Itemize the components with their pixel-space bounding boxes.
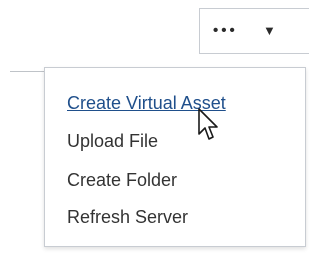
menu-item-create-folder[interactable]: Create Folder: [67, 170, 177, 190]
actions-dropdown-menu: Create Virtual Asset Upload File Create …: [44, 67, 306, 247]
stage: ••• ▼ Create Virtual Asset Upload File C…: [0, 0, 309, 254]
menu-item-refresh-server[interactable]: Refresh Server: [67, 207, 188, 227]
more-actions-button[interactable]: ••• ▼: [199, 8, 309, 54]
caret-down-icon: ▼: [263, 23, 276, 38]
mouse-pointer-icon: [198, 108, 218, 140]
menu-item-upload-file[interactable]: Upload File: [67, 131, 158, 151]
more-horizontal-icon: •••: [213, 22, 238, 39]
